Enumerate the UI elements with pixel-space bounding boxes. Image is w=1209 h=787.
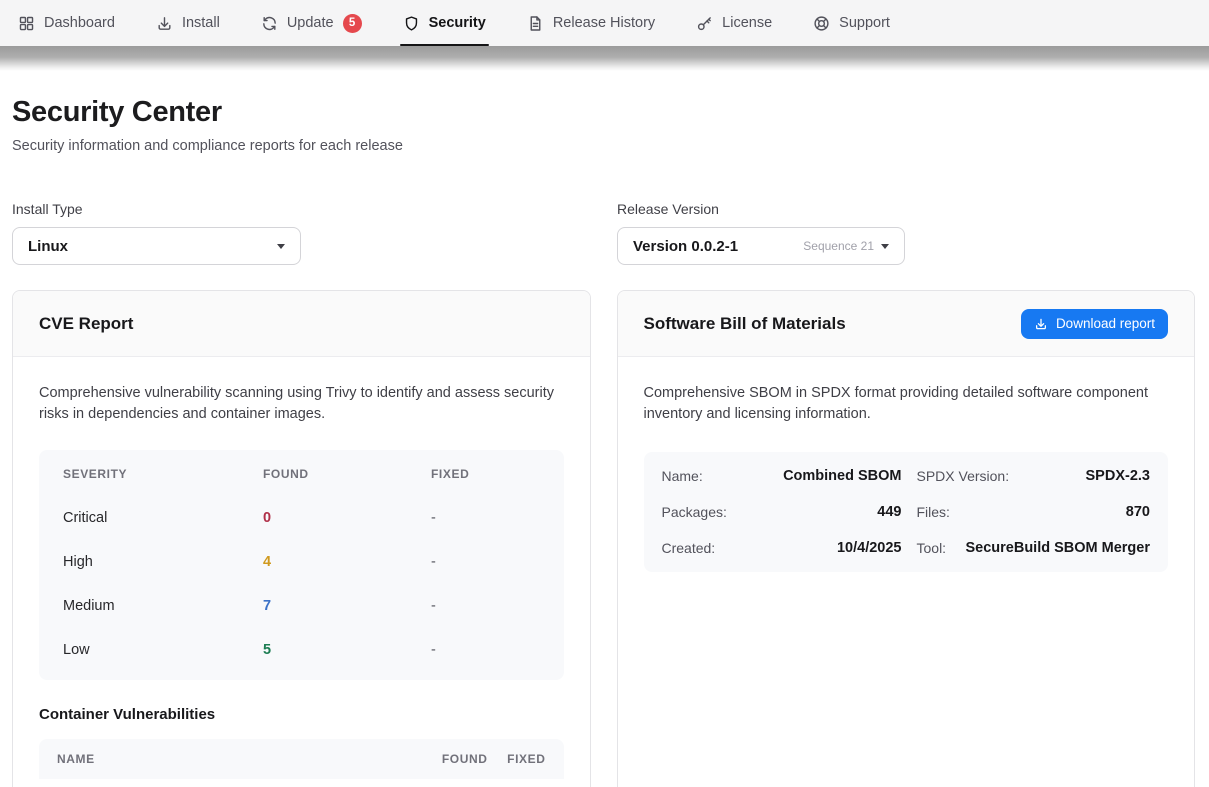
- sbom-files-label: Files:: [917, 504, 950, 520]
- nav-tab-license[interactable]: License: [696, 0, 772, 46]
- chevron-down-icon: [881, 244, 889, 249]
- update-count-badge: 5: [343, 14, 362, 33]
- nav-tab-label: Update: [287, 15, 334, 31]
- release-version-value: Version 0.0.2-1: [633, 238, 738, 255]
- active-tab-underline: [400, 44, 489, 47]
- severity-name: Medium: [63, 598, 263, 614]
- severity-found-count: 0: [263, 510, 431, 526]
- top-navigation: Dashboard Install Update 5 Security: [0, 0, 1209, 46]
- release-version-select[interactable]: Version 0.0.2-1 Sequence 21: [617, 227, 905, 265]
- sbom-title: Software Bill of Materials: [644, 314, 846, 334]
- nav-tab-label: Dashboard: [44, 15, 115, 31]
- found-col-header: FOUND: [416, 752, 488, 766]
- sbom-packages-label: Packages:: [662, 504, 762, 520]
- release-version-filter: Release Version Version 0.0.2-1 Sequence…: [617, 201, 905, 265]
- sequence-meta: Sequence 21: [803, 239, 874, 253]
- severity-name: Low: [63, 642, 263, 658]
- severity-found-count: 5: [263, 642, 431, 658]
- list-item: Packages: 449 Files: 870: [662, 494, 1151, 530]
- severity-table-header: SEVERITY FOUND FIXED: [39, 452, 564, 496]
- sbom-packages-value: 449: [762, 504, 902, 520]
- dashboard-icon: [18, 15, 35, 32]
- cve-report-card-body: Comprehensive vulnerability scanning usi…: [13, 357, 590, 787]
- severity-name: Critical: [63, 510, 263, 526]
- severity-fixed-count: -: [431, 598, 540, 614]
- sbom-spdx-version-value: SPDX-2.3: [1086, 468, 1150, 484]
- container-vulnerabilities-table-header: NAME FOUND FIXED: [39, 739, 564, 779]
- download-icon: [156, 15, 173, 32]
- severity-col-header: SEVERITY: [63, 467, 263, 481]
- cve-report-description: Comprehensive vulnerability scanning usi…: [39, 383, 564, 426]
- install-type-filter: Install Type Linux: [12, 201, 301, 265]
- severity-found-count: 4: [263, 554, 431, 570]
- download-icon: [1034, 317, 1048, 331]
- page-title: Security Center: [12, 96, 1195, 129]
- sbom-tool-value: SecureBuild SBOM Merger: [965, 540, 1150, 556]
- nav-tab-release-history[interactable]: Release History: [527, 0, 655, 46]
- nav-tab-install[interactable]: Install: [156, 0, 220, 46]
- filters-row: Install Type Linux Release Version Versi…: [12, 201, 1195, 265]
- sbom-description: Comprehensive SBOM in SPDX format provid…: [644, 383, 1169, 426]
- sbom-name-label: Name:: [662, 468, 762, 484]
- nav-tab-label: License: [722, 15, 772, 31]
- sbom-created-label: Created:: [662, 540, 762, 556]
- name-col-header: NAME: [57, 752, 416, 766]
- download-report-button[interactable]: Download report: [1021, 309, 1168, 339]
- refresh-icon: [261, 15, 278, 32]
- nav-tab-label: Support: [839, 15, 890, 31]
- nav-tab-label: Install: [182, 15, 220, 31]
- page-subtitle: Security information and compliance repo…: [12, 138, 1195, 154]
- table-row: High 4 -: [39, 540, 564, 584]
- install-type-label: Install Type: [12, 201, 301, 217]
- nav-tab-dashboard[interactable]: Dashboard: [18, 0, 115, 46]
- sbom-files-value: 870: [1126, 504, 1150, 520]
- cve-report-card-header: CVE Report: [13, 291, 590, 357]
- severity-fixed-count: -: [431, 510, 540, 526]
- table-row: Critical 0 -: [39, 496, 564, 540]
- main-content: Security Center Security information and…: [0, 96, 1209, 787]
- lifebuoy-icon: [813, 15, 830, 32]
- severity-found-count: 7: [263, 598, 431, 614]
- document-icon: [527, 15, 544, 32]
- sbom-spdx-version-label: SPDX Version:: [917, 468, 1010, 484]
- cve-report-card: CVE Report Comprehensive vulnerability s…: [12, 290, 591, 787]
- chevron-down-icon: [277, 244, 285, 249]
- severity-fixed-count: -: [431, 642, 540, 658]
- nav-tab-label: Release History: [553, 15, 655, 31]
- container-vulnerabilities-title: Container Vulnerabilities: [39, 706, 564, 723]
- table-row: Low 5 -: [39, 628, 564, 672]
- sbom-card-header: Software Bill of Materials Download repo…: [618, 291, 1195, 357]
- install-type-value: Linux: [28, 238, 68, 255]
- nav-shadow-divider: [0, 46, 1209, 71]
- fixed-col-header: FIXED: [431, 467, 540, 481]
- nav-tab-update[interactable]: Update 5: [261, 0, 362, 46]
- release-version-label: Release Version: [617, 201, 905, 217]
- install-type-select[interactable]: Linux: [12, 227, 301, 265]
- found-col-header: FOUND: [263, 467, 431, 481]
- key-icon: [696, 15, 713, 32]
- shield-icon: [403, 15, 420, 32]
- sbom-card: Software Bill of Materials Download repo…: [617, 290, 1196, 787]
- severity-table: SEVERITY FOUND FIXED Critical 0 - High 4…: [39, 450, 564, 680]
- nav-tab-label: Security: [429, 15, 486, 31]
- download-report-label: Download report: [1056, 316, 1155, 331]
- cve-report-title: CVE Report: [39, 314, 133, 334]
- severity-fixed-count: -: [431, 554, 540, 570]
- table-row: Medium 7 -: [39, 584, 564, 628]
- fixed-col-header: FIXED: [488, 752, 546, 766]
- cards-row: CVE Report Comprehensive vulnerability s…: [12, 290, 1195, 787]
- list-item: Created: 10/4/2025 Tool: SecureBuild SBO…: [662, 530, 1151, 566]
- nav-tab-support[interactable]: Support: [813, 0, 890, 46]
- sbom-name-value: Combined SBOM: [762, 468, 902, 484]
- sbom-info-grid: Name: Combined SBOM SPDX Version: SPDX-2…: [644, 452, 1169, 572]
- list-item: Name: Combined SBOM SPDX Version: SPDX-2…: [662, 458, 1151, 494]
- sbom-card-body: Comprehensive SBOM in SPDX format provid…: [618, 357, 1195, 598]
- sbom-created-value: 10/4/2025: [762, 540, 902, 556]
- severity-name: High: [63, 554, 263, 570]
- sbom-tool-label: Tool:: [917, 540, 947, 556]
- nav-tab-security[interactable]: Security: [403, 0, 486, 46]
